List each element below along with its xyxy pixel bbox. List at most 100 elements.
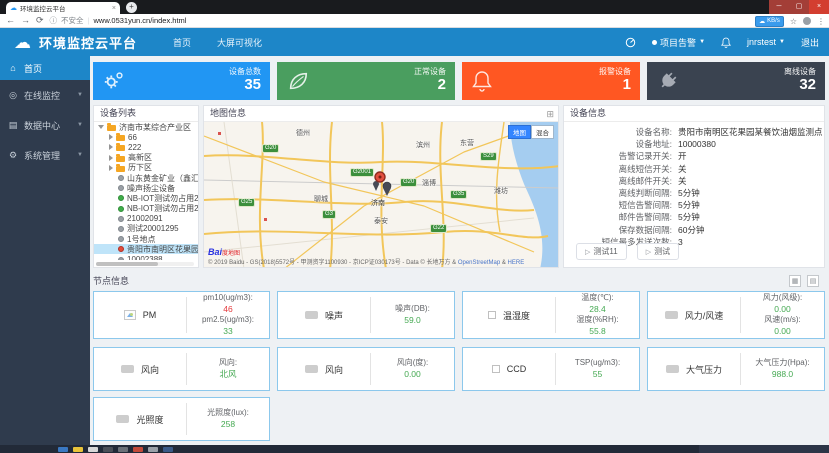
- sidebar-item-system-admin[interactable]: ⚙ 系统管理 ▼: [0, 140, 90, 170]
- back-icon[interactable]: ←: [6, 16, 15, 25]
- map-canvas[interactable]: 地图 混合 德州 滨州 东营 聊城 淄博 潍坊 济南 泰安 G20 G2001 …: [204, 122, 558, 267]
- stat-card-total-devices[interactable]: 设备总数 35: [93, 62, 270, 100]
- tab-close-icon[interactable]: ×: [112, 5, 116, 12]
- stat-card-normal-devices[interactable]: 正常设备 2: [277, 62, 455, 100]
- test-button[interactable]: ▷ 测试: [636, 243, 680, 260]
- node-card-wind-direction[interactable]: 风向 风向: 北风: [93, 347, 270, 391]
- browser-tab[interactable]: ☁ 环境监控云平台 ×: [6, 2, 120, 14]
- grid-view-icon[interactable]: ▦: [789, 275, 801, 287]
- scrollbar-thumb[interactable]: [96, 262, 158, 266]
- user-dropdown[interactable]: jnrstest ▼: [747, 37, 785, 47]
- placeholder-icon: [664, 311, 678, 319]
- bookmark-star-icon[interactable]: ☆: [790, 17, 797, 26]
- tree-item[interactable]: NB-IOT测试勿占用21: [94, 204, 198, 214]
- stat-label: 离线设备: [784, 67, 816, 76]
- tree-label: NB-IOT测试勿占用21: [127, 193, 198, 203]
- node-card-illuminance[interactable]: 光照度 光照度(lux): 258: [93, 397, 270, 441]
- alarm-dot-icon: [652, 39, 658, 45]
- forward-icon[interactable]: →: [21, 16, 30, 25]
- horizontal-scrollbar[interactable]: [96, 262, 194, 266]
- expander-icon[interactable]: [109, 134, 113, 141]
- expander-icon[interactable]: [109, 154, 113, 161]
- taskbar-tray[interactable]: [699, 445, 829, 453]
- refresh-icon[interactable]: ⟳: [36, 16, 44, 25]
- browser-menu-icon[interactable]: ⋮: [817, 17, 825, 26]
- map-type-map-button[interactable]: 地图: [508, 125, 531, 139]
- profile-avatar-icon[interactable]: [803, 17, 811, 25]
- dashboard-gauge-icon[interactable]: [625, 37, 636, 48]
- node-card-wind-direction-deg[interactable]: 风向 风向(度): 0.00: [277, 347, 455, 391]
- tree-item[interactable]: 历下区: [94, 163, 198, 173]
- node-card-wind-power-speed[interactable]: 风力/风速 风力(风级): 0.00 风速(m/s): 0.00: [647, 291, 825, 339]
- node-card-ccd[interactable]: CCD TSP(ug/m3): 55: [462, 347, 640, 391]
- test11-button[interactable]: ▷ 测试11: [576, 243, 627, 260]
- tree-item[interactable]: 21002091: [94, 214, 198, 224]
- folder-icon: [116, 163, 125, 172]
- windows-taskbar[interactable]: [0, 445, 829, 453]
- sidebar-item-online-monitor[interactable]: ◎ 在线监控 ▼: [0, 80, 90, 110]
- logout-button[interactable]: 退出: [801, 36, 819, 49]
- tree-item[interactable]: 222: [94, 142, 198, 152]
- nav-home[interactable]: 首页: [173, 36, 191, 49]
- tree-item[interactable]: 高新区: [94, 153, 198, 163]
- tree-item[interactable]: 噪声扬尘设备: [94, 183, 198, 193]
- plug-icon: [661, 72, 677, 88]
- taskbar-app-icon[interactable]: [103, 446, 113, 452]
- sidebar-item-data-center[interactable]: ▤ 数据中心 ▼: [0, 110, 90, 140]
- node-card-pm[interactable]: PM pm10(ug/m3): 46 pm2.5(ug/m3): 33: [93, 291, 270, 339]
- stat-card-offline-devices[interactable]: 离线设备 32: [647, 62, 825, 100]
- security-info-icon[interactable]: ⓘ: [50, 15, 58, 26]
- tree-item-selected[interactable]: 贵阳市南明区花果园某: [94, 244, 198, 255]
- tree-item[interactable]: 1号地点: [94, 234, 198, 244]
- metric-value: 0.00: [774, 303, 791, 314]
- sidebar-item-home[interactable]: ⌂ 首页: [0, 56, 90, 80]
- expander-icon[interactable]: [109, 144, 113, 151]
- node-card-noise[interactable]: 噪声 噪声(DB): 59.0: [277, 291, 455, 339]
- attribution-here-link[interactable]: HERE: [508, 260, 525, 266]
- maximize-button[interactable]: ▢: [789, 0, 809, 14]
- close-button[interactable]: ×: [809, 0, 829, 14]
- app-logo-cloud-icon: ☁: [14, 32, 31, 52]
- sidebar-label: 系统管理: [24, 150, 61, 161]
- expander-icon[interactable]: [98, 125, 104, 130]
- metric-label: 风向(度):: [396, 357, 429, 367]
- taskbar-app-icon[interactable]: [88, 446, 98, 452]
- taskbar-app-icon[interactable]: [58, 446, 68, 452]
- node-card-temp-humidity[interactable]: 温湿度 温度(℃): 28.4 湿度(%RH): 55.8: [462, 291, 640, 339]
- metric-value: 46: [223, 303, 233, 314]
- tree-item[interactable]: 10002388: [94, 254, 198, 260]
- url-text: www.0531yun.cn/index.html: [93, 16, 187, 25]
- info-row: 离线邮件开关: 关: [564, 175, 824, 187]
- field-value: 5分钟: [678, 200, 700, 211]
- tree-item[interactable]: 66: [94, 132, 198, 142]
- stat-card-alarm-devices[interactable]: 报警设备 1: [462, 62, 640, 100]
- new-tab-button[interactable]: +: [126, 2, 137, 13]
- extension-speed-badge[interactable]: ☁ KB/s: [755, 15, 784, 27]
- tree-item[interactable]: 测试20001295: [94, 224, 198, 234]
- field-label: 保存数据间隔:: [618, 224, 672, 235]
- node-card-air-pressure[interactable]: 大气压力 大气压力(Hpa): 988.0: [647, 347, 825, 391]
- tree-item[interactable]: 济南市某综合产业区: [94, 122, 198, 132]
- status-dot-offline-icon: [118, 256, 124, 260]
- tree-item[interactable]: NB-IOT测试勿占用21: [94, 193, 198, 203]
- notification-bell-icon[interactable]: [721, 37, 732, 48]
- taskbar-app-icon[interactable]: [148, 446, 158, 452]
- data-icon: ▤: [8, 119, 18, 130]
- panel-expand-icon[interactable]: ⊞: [546, 107, 554, 122]
- tree-label: 高新区: [128, 153, 152, 163]
- taskbar-app-icon[interactable]: [118, 446, 128, 452]
- taskbar-app-icon[interactable]: [133, 446, 143, 452]
- tree-item[interactable]: 山东黄金矿业（鑫汇）: [94, 173, 198, 183]
- list-view-icon[interactable]: ▤: [807, 275, 819, 287]
- badge-label: KB/s: [767, 18, 780, 24]
- taskbar-app-icon[interactable]: [73, 446, 83, 452]
- tab-title: 环境监控云平台: [20, 6, 66, 13]
- url-box[interactable]: ⓘ 不安全 | www.0531yun.cn/index.html: [50, 15, 187, 26]
- nav-bigscreen[interactable]: 大屏可视化: [217, 36, 262, 49]
- minimize-button[interactable]: ─: [769, 0, 789, 14]
- project-alarm-dropdown[interactable]: 项目告警 ▼: [652, 36, 705, 49]
- taskbar-app-icon[interactable]: [163, 446, 173, 452]
- attribution-osm-link[interactable]: OpenStreetMap: [458, 260, 500, 266]
- expander-icon[interactable]: [109, 164, 113, 171]
- map-type-hybrid-button[interactable]: 混合: [531, 125, 554, 139]
